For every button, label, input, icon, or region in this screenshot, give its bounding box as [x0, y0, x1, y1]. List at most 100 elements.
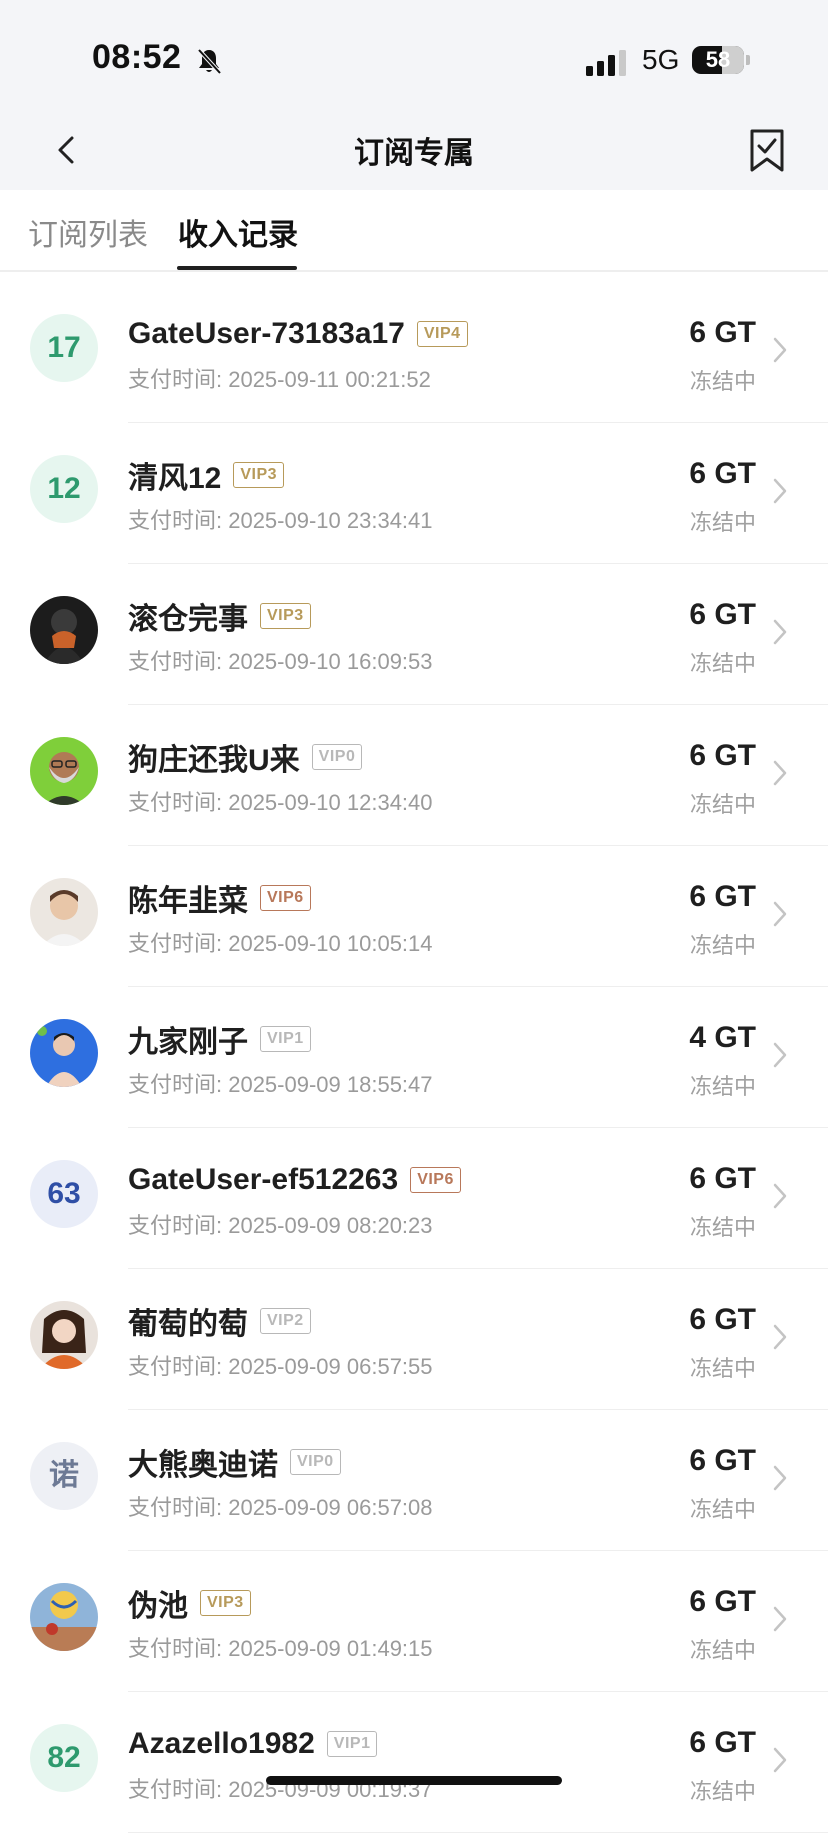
avatar-initials: 17 [47, 331, 81, 364]
status-label: 冻结中 [689, 792, 756, 817]
status-label: 冻结中 [689, 1356, 756, 1381]
user-photo-sport-icon [30, 1583, 98, 1651]
chevron-right-icon [773, 1183, 787, 1209]
nav-header: 订阅专属 [0, 112, 828, 190]
page-title: 订阅专属 [354, 137, 474, 170]
record-row[interactable]: 九家刚子 VIP1 支付时间: 2025-09-09 18:55:47 4 GT… [0, 987, 828, 1128]
chevron-right-icon [773, 901, 787, 927]
payment-time: 支付时间: 2025-09-09 08:20:23 [128, 1213, 433, 1238]
payment-time: 支付时间: 2025-09-09 18:55:47 [128, 1072, 433, 1097]
user-name: 九家刚子 [128, 1026, 248, 1059]
chevron-right-icon [773, 478, 787, 504]
user-name: GateUser-ef512263 [128, 1163, 399, 1196]
user-photo-light-icon [30, 878, 98, 946]
vip-badge: VIP4 [416, 321, 468, 347]
battery-icon: 58 [692, 46, 744, 74]
user-name: 滚仓完事 [128, 603, 248, 636]
amount: 6 GT [689, 880, 756, 913]
record-row[interactable]: 12 清风12 VIP3 支付时间: 2025-09-10 23:34:41 6… [0, 423, 828, 564]
status-label: 冻结中 [689, 1638, 756, 1663]
chevron-right-icon [773, 1747, 787, 1773]
amount: 6 GT [689, 598, 756, 631]
vip-badge: VIP3 [233, 462, 285, 488]
record-row[interactable]: 63 GateUser-ef512263 VIP6 支付时间: 2025-09-… [0, 1128, 828, 1269]
avatar-initials: 诺 [49, 1459, 79, 1492]
user-photo-green-icon [30, 737, 98, 805]
divider [0, 270, 828, 272]
status-time: 08:52 [92, 38, 182, 76]
payment-time: 支付时间: 2025-09-10 16:09:53 [128, 649, 433, 674]
record-row[interactable]: 葡萄的萄 VIP2 支付时间: 2025-09-09 06:57:55 6 GT… [0, 1269, 828, 1410]
amount: 6 GT [689, 316, 756, 349]
home-indicator[interactable] [266, 1776, 562, 1785]
vip-badge: VIP1 [326, 1731, 378, 1757]
bookmark-icon[interactable] [748, 128, 786, 174]
network-type: 5G [642, 44, 680, 75]
tab-income-records[interactable]: 收入记录 [178, 210, 298, 254]
vip-badge: VIP2 [260, 1308, 311, 1334]
avatar: 诺 [30, 1442, 98, 1510]
status-label: 冻结中 [689, 510, 756, 535]
bell-off-icon [197, 48, 222, 75]
user-name: Azazello1982 [128, 1727, 315, 1760]
record-row[interactable]: 滚仓完事 VIP3 支付时间: 2025-09-10 16:09:53 6 GT… [0, 564, 828, 705]
payment-time: 支付时间: 2025-09-10 10:05:14 [128, 931, 433, 956]
amount: 6 GT [689, 1444, 756, 1477]
chevron-right-icon [773, 1465, 787, 1491]
user-name: 大熊奥迪诺 [128, 1449, 278, 1482]
amount: 6 GT [689, 457, 756, 490]
battery-percent: 58 [705, 47, 731, 72]
vip-badge: VIP0 [290, 1449, 341, 1475]
user-photo-blue-icon [30, 1019, 98, 1087]
vip-badge: VIP6 [410, 1167, 461, 1193]
avatar-initials: 12 [47, 472, 81, 505]
user-name: 伪池 [128, 1590, 188, 1623]
amount: 6 GT [689, 1303, 756, 1336]
user-photo-dark-icon [30, 596, 98, 664]
record-row[interactable]: 17 GateUser-73183a17 VIP4 支付时间: 2025-09-… [0, 282, 828, 423]
record-row[interactable]: 诺 大熊奥迪诺 VIP0 支付时间: 2025-09-09 06:57:08 6… [0, 1410, 828, 1551]
vip-badge: VIP6 [260, 885, 311, 911]
record-row[interactable]: 陈年韭菜 VIP6 支付时间: 2025-09-10 10:05:14 6 GT… [0, 846, 828, 987]
vip-badge: VIP3 [200, 1590, 251, 1616]
amount: 6 GT [689, 739, 756, 772]
tab-bar: 订阅列表 收入记录 [0, 190, 828, 270]
vip-badge: VIP1 [260, 1026, 311, 1052]
user-photo-orange-icon [30, 1301, 98, 1369]
status-label: 冻结中 [689, 1779, 756, 1804]
record-row[interactable]: 伪池 VIP3 支付时间: 2025-09-09 01:49:15 6 GT 冻… [0, 1551, 828, 1692]
amount: 6 GT [689, 1585, 756, 1618]
payment-time: 支付时间: 2025-09-09 06:57:55 [128, 1354, 433, 1379]
chevron-right-icon [773, 619, 787, 645]
avatar: 17 [30, 314, 98, 382]
status-label: 冻结中 [689, 651, 756, 676]
status-label: 冻结中 [689, 1074, 756, 1099]
payment-time: 支付时间: 2025-09-11 00:21:52 [128, 367, 431, 392]
record-row[interactable]: 狗庄还我U来 VIP0 支付时间: 2025-09-10 12:34:40 6 … [0, 705, 828, 846]
status-label: 冻结中 [689, 369, 756, 394]
vip-badge: VIP0 [311, 744, 363, 770]
chevron-right-icon [773, 337, 787, 363]
user-name: GateUser-73183a17 [128, 317, 405, 350]
payment-time: 支付时间: 2025-09-09 01:49:15 [128, 1636, 433, 1661]
user-name: 清风12 [128, 462, 222, 495]
signal-icon [586, 50, 626, 76]
status-label: 冻结中 [689, 1497, 756, 1522]
tab-subscription-list[interactable]: 订阅列表 [28, 210, 148, 254]
battery-tip [746, 55, 750, 65]
avatar: 12 [30, 455, 98, 523]
payment-time: 支付时间: 2025-09-10 12:34:40 [128, 790, 433, 815]
chevron-right-icon [773, 760, 787, 786]
avatar-initials: 82 [47, 1741, 81, 1774]
payment-time: 支付时间: 2025-09-10 23:34:41 [128, 508, 433, 533]
user-name: 陈年韭菜 [128, 885, 248, 918]
amount: 6 GT [689, 1162, 756, 1195]
user-name: 葡萄的萄 [128, 1308, 248, 1341]
payment-time: 支付时间: 2025-09-09 06:57:08 [128, 1495, 433, 1520]
vip-badge: VIP3 [260, 603, 311, 629]
status-label: 冻结中 [689, 1215, 756, 1240]
amount: 4 GT [689, 1021, 756, 1054]
record-row[interactable]: 82 Azazello1982 VIP1 支付时间: 2025-09-09 00… [0, 1692, 828, 1833]
avatar: 82 [30, 1724, 98, 1792]
chevron-right-icon [773, 1606, 787, 1632]
